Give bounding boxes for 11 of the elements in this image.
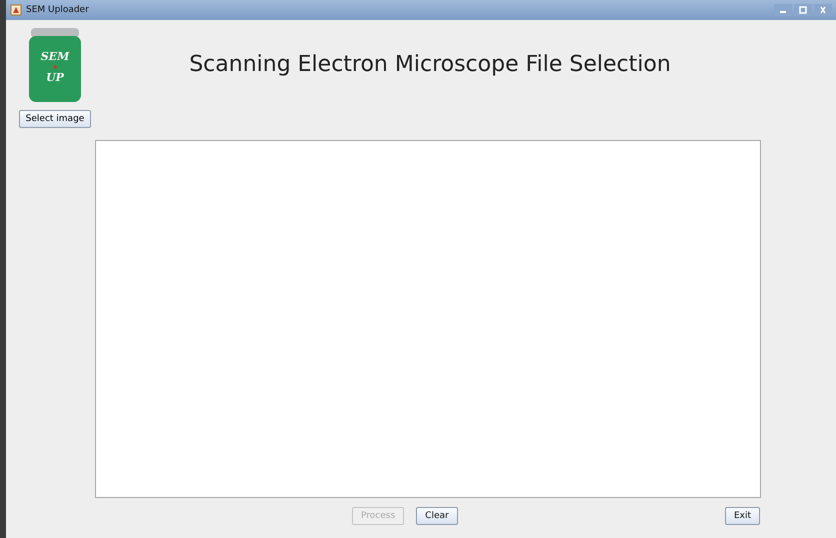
maximize-button[interactable] — [794, 4, 812, 16]
minimize-button[interactable] — [774, 4, 792, 16]
window-title: SEM Uploader — [26, 5, 89, 15]
app-icon — [10, 4, 22, 16]
page-heading: Scanning Electron Microscope File Selection — [188, 51, 672, 77]
close-button[interactable] — [814, 4, 832, 16]
select-image-button[interactable]: Select image — [18, 110, 92, 128]
clear-button[interactable]: Clear — [416, 507, 458, 525]
maximize-icon — [798, 6, 808, 14]
exit-button[interactable]: Exit — [724, 507, 760, 525]
close-icon — [818, 6, 828, 14]
